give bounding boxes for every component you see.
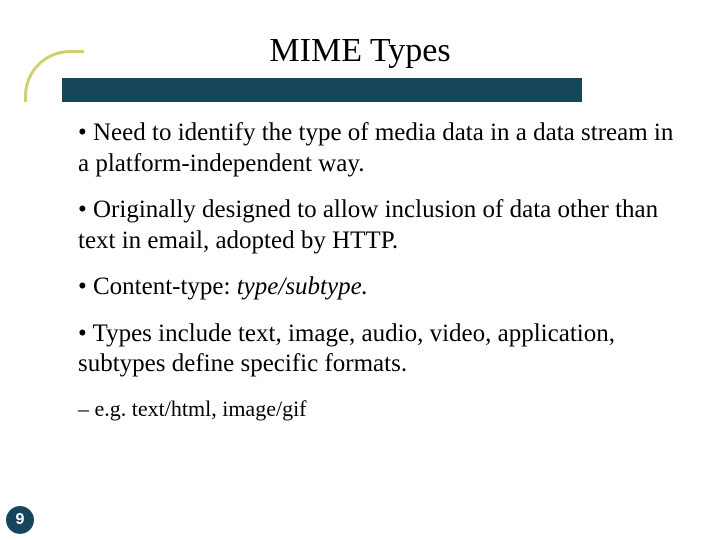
slide-title: MIME Types	[0, 32, 720, 70]
slide-body: • Need to identify the type of media dat…	[78, 118, 680, 438]
bullet-4: • Types include text, image, audio, vide…	[78, 319, 680, 380]
title-accent-bar	[62, 78, 582, 102]
bullet-2: • Originally designed to allow inclusion…	[78, 195, 680, 256]
bullet-3: • Content-type: type/subtype.	[78, 272, 680, 303]
bullet-3-italic: type/subtype.	[237, 273, 368, 300]
page-number: 9	[16, 511, 25, 529]
slide: MIME Types • Need to identify the type o…	[0, 0, 720, 540]
sub-bullet-1: – e.g. text/html, image/gif	[78, 396, 680, 423]
bullet-3-text: • Content-type:	[78, 273, 237, 300]
page-number-badge: 9	[6, 506, 34, 534]
bullet-1: • Need to identify the type of media dat…	[78, 118, 680, 179]
title-area: MIME Types	[0, 32, 720, 102]
